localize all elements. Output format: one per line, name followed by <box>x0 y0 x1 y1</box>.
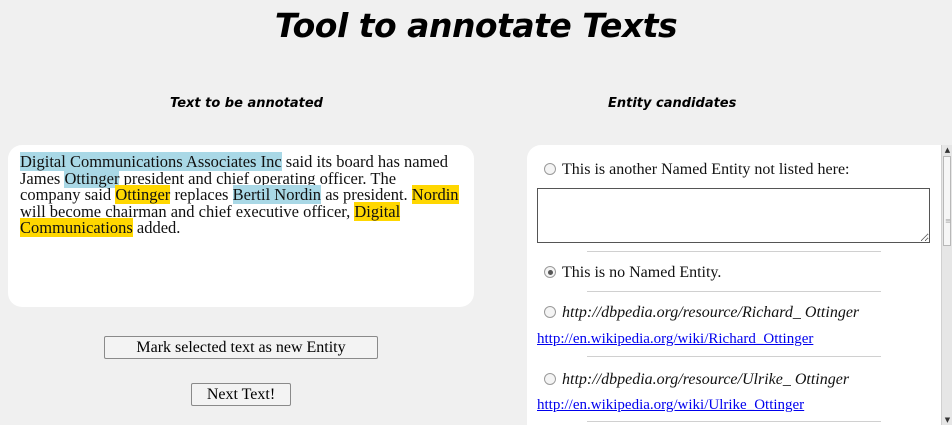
divider <box>587 421 881 422</box>
candidates-section-heading: Entity candidates <box>608 96 737 111</box>
candidates-scrollbar[interactable]: ▲ ≡ ▼ <box>941 145 952 425</box>
radio-other[interactable] <box>544 163 556 175</box>
plain-text: added. <box>132 218 181 238</box>
option-none-row[interactable]: This is no Named Entity. <box>544 264 939 282</box>
candidate-wiki-link[interactable]: http://en.wikipedia.org/wiki/Ulrike_Otti… <box>537 397 804 413</box>
scroll-up-arrow-icon[interactable]: ▲ <box>943 145 952 155</box>
annotation-text-panel[interactable]: Digital Communications Associates Inc sa… <box>8 145 474 307</box>
candidate-row[interactable]: http://dbpedia.org/resource/Ulrike_ Otti… <box>544 371 939 389</box>
scrollbar-thumb[interactable]: ≡ <box>943 156 951 246</box>
next-text-button[interactable]: Next Text! <box>191 383 291 406</box>
mark-new-entity-button[interactable]: Mark selected text as new Entity <box>104 336 378 359</box>
other-entity-textarea[interactable] <box>537 188 930 243</box>
grip-icon: ≡ <box>945 217 951 225</box>
option-other-label: This is another Named Entity not listed … <box>562 161 850 178</box>
text-section-heading: Text to be annotated <box>170 96 323 111</box>
page-title: Tool to annotate Texts <box>274 6 678 45</box>
radio-none[interactable] <box>544 266 556 278</box>
candidate-uri: http://dbpedia.org/resource/Richard_ Ott… <box>562 304 860 321</box>
radio-candidate[interactable] <box>544 373 556 385</box>
option-other-row[interactable]: This is another Named Entity not listed … <box>544 161 939 179</box>
candidate-wiki-link[interactable]: http://en.wikipedia.org/wiki/Richard_Ott… <box>537 331 813 347</box>
scroll-down-arrow-icon[interactable]: ▼ <box>943 415 952 425</box>
divider <box>587 291 881 292</box>
option-none-label: This is no Named Entity. <box>562 264 722 281</box>
entity-candidates-panel[interactable]: This is another Named Entity not listed … <box>527 145 941 425</box>
candidate-row[interactable]: http://dbpedia.org/resource/Richard_ Ott… <box>544 304 939 322</box>
selected-entity-span[interactable]: Nordin <box>411 185 459 205</box>
divider <box>587 251 881 252</box>
divider <box>587 356 881 357</box>
radio-candidate[interactable] <box>544 306 556 318</box>
candidate-uri: http://dbpedia.org/resource/Ulrike_ Otti… <box>562 371 850 388</box>
